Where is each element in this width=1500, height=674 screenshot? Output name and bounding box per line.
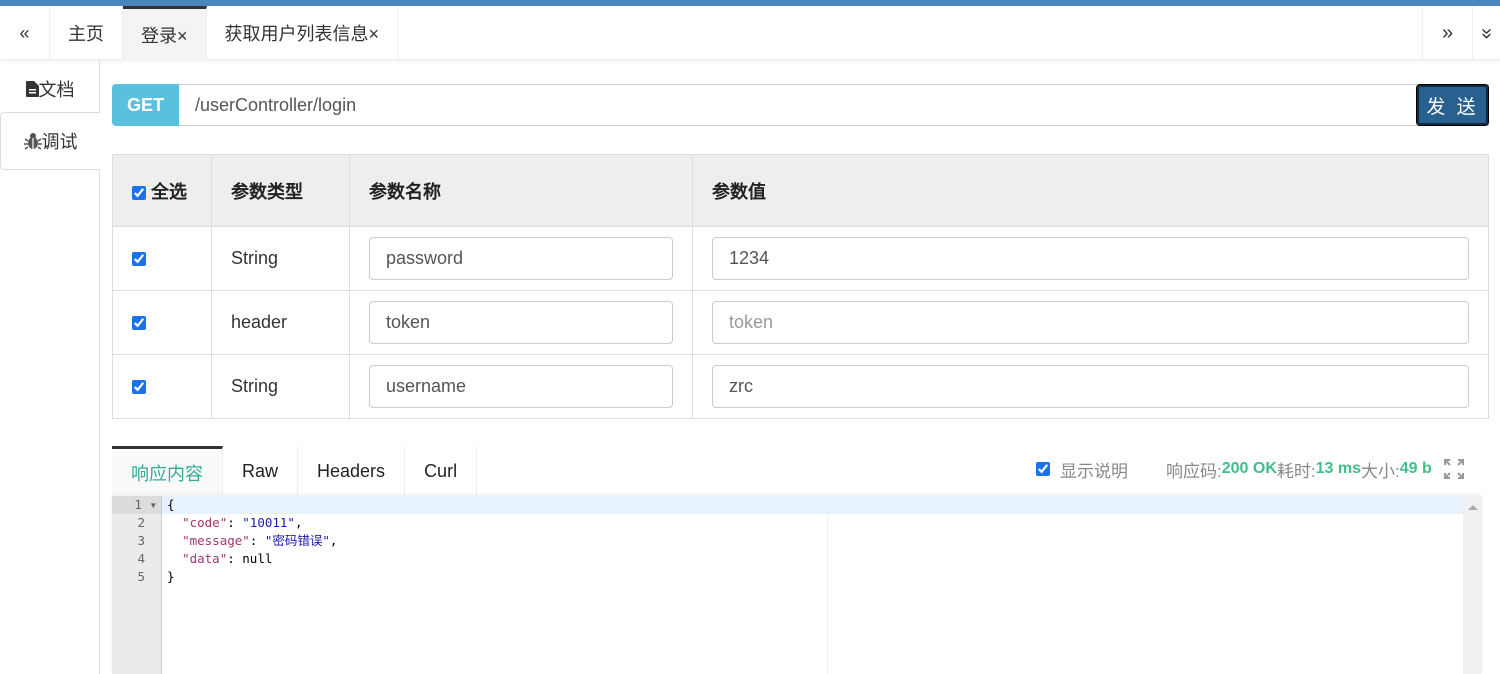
code-token: }: [167, 569, 175, 584]
tab-get-user-list[interactable]: 获取用户列表信息×: [207, 6, 399, 60]
time-value: 13 ms: [1315, 460, 1361, 477]
select-all-checkbox[interactable]: [132, 185, 146, 200]
row-checkbox[interactable]: [132, 316, 146, 331]
response-body[interactable]: { "code": "10011", "message": "密码错误", "d…: [162, 496, 1463, 586]
param-name-input[interactable]: token: [369, 301, 673, 344]
param-name-input[interactable]: password: [369, 237, 673, 280]
response-tab-raw[interactable]: Raw: [223, 446, 299, 496]
size-label: 大小:: [1360, 461, 1400, 481]
time-label: 耗时:: [1276, 461, 1316, 481]
code-token: :: [227, 515, 243, 530]
param-value-input[interactable]: token: [712, 301, 1469, 344]
code-token: "10011": [242, 515, 295, 530]
select-all-label: 全选: [151, 181, 188, 202]
response-tab-headers[interactable]: Headers: [298, 446, 406, 496]
size-value: 49 b: [1399, 460, 1432, 477]
param-type: String: [211, 226, 350, 291]
param-value-input[interactable]: 1234: [712, 237, 1469, 280]
param-type: header: [211, 290, 350, 355]
response-tabs: 响应内容 Raw Headers Curl: [112, 446, 478, 496]
line-number: 4: [137, 551, 145, 566]
code-token: :: [249, 533, 265, 548]
code-line: "data": null: [162, 550, 1463, 568]
sidebar-item-docs[interactable]: 文档: [0, 60, 100, 118]
scroll-up-arrow-icon[interactable]: [1467, 505, 1478, 510]
line-number: 2: [137, 515, 145, 530]
editor-scrollbar[interactable]: [1463, 496, 1482, 674]
http-method-badge[interactable]: GET: [112, 84, 179, 126]
file-icon: [25, 81, 39, 97]
param-value-input[interactable]: zrc: [712, 365, 1469, 408]
double-chevron-down-icon: »: [1476, 27, 1498, 39]
scroll-tabs-left-button[interactable]: «: [0, 6, 50, 60]
code-token: ,: [294, 515, 303, 530]
bug-icon: [23, 132, 42, 150]
status-code-value: 200 OK: [1221, 460, 1277, 477]
request-bar: GET /userController/login: [112, 84, 1489, 126]
code-token: "message": [182, 533, 250, 548]
line-number: 5: [137, 569, 145, 584]
header-param-type: 参数类型: [211, 154, 350, 227]
code-line: "message": "密码错误",: [162, 532, 1463, 550]
sidebar: 文档 调试: [0, 60, 101, 674]
sidebar-item-label: 调试: [41, 132, 78, 152]
code-token: "data": [182, 551, 228, 566]
tab-bar: « 主页 登录× 获取用户列表信息×: [0, 6, 1500, 60]
send-button[interactable]: 发 送: [1416, 84, 1489, 126]
code-line: }: [162, 568, 1463, 586]
status-code-label: 响应码:: [1166, 461, 1222, 481]
param-type: String: [211, 354, 350, 419]
row-checkbox[interactable]: [132, 252, 146, 267]
scroll-tabs-right-button[interactable]: »: [1422, 6, 1472, 60]
code-token: : null: [227, 551, 273, 566]
tab-login[interactable]: 登录×: [123, 6, 207, 60]
header-param-name: 参数名称: [349, 154, 693, 227]
tab-home[interactable]: 主页: [50, 6, 123, 60]
show-description-label: 显示说明: [1060, 461, 1128, 481]
code-line: "code": "10011",: [162, 514, 1463, 532]
code-token: {: [167, 497, 175, 512]
print-margin: [827, 514, 828, 674]
row-checkbox[interactable]: [132, 380, 146, 395]
code-line: {: [162, 496, 1463, 514]
response-tab-响应内容[interactable]: 响应内容: [112, 446, 223, 496]
response-editor[interactable]: 1 ▾ 2 3 4 5 { "code": "10011", "message": "密…: [112, 496, 1482, 674]
response-info: 显示说明 响应码: 200 OK 耗时: 13 ms 大小: 49 b: [1036, 456, 1464, 482]
fullscreen-icon[interactable]: [1443, 459, 1464, 479]
table-row: String username zrc: [112, 354, 1489, 419]
response-tab-curl[interactable]: Curl: [405, 446, 478, 496]
sidebar-item-debug[interactable]: 调试: [0, 112, 101, 170]
line-number: 1 ▾: [112, 496, 161, 514]
tab-menu-button[interactable]: »: [1472, 6, 1500, 60]
show-description-checkbox[interactable]: [1036, 462, 1050, 476]
code-token: ,: [329, 533, 338, 548]
url-input[interactable]: /userController/login: [179, 84, 1489, 126]
table-header-row: 全选 参数类型 参数名称 参数值: [112, 154, 1489, 227]
line-number: 3: [137, 533, 145, 548]
table-row: header token token: [112, 290, 1489, 355]
params-table: 全选 参数类型 参数名称 参数值 String password 1234 he…: [112, 154, 1489, 419]
code-token: "code": [182, 515, 228, 530]
header-param-value: 参数值: [692, 154, 1489, 227]
sidebar-item-label: 文档: [38, 80, 75, 100]
code-token: "密码错误": [264, 533, 330, 548]
param-name-input[interactable]: username: [369, 365, 673, 408]
line-number-gutter: 1 ▾ 2 3 4 5: [112, 496, 162, 674]
table-row: String password 1234: [112, 226, 1489, 291]
